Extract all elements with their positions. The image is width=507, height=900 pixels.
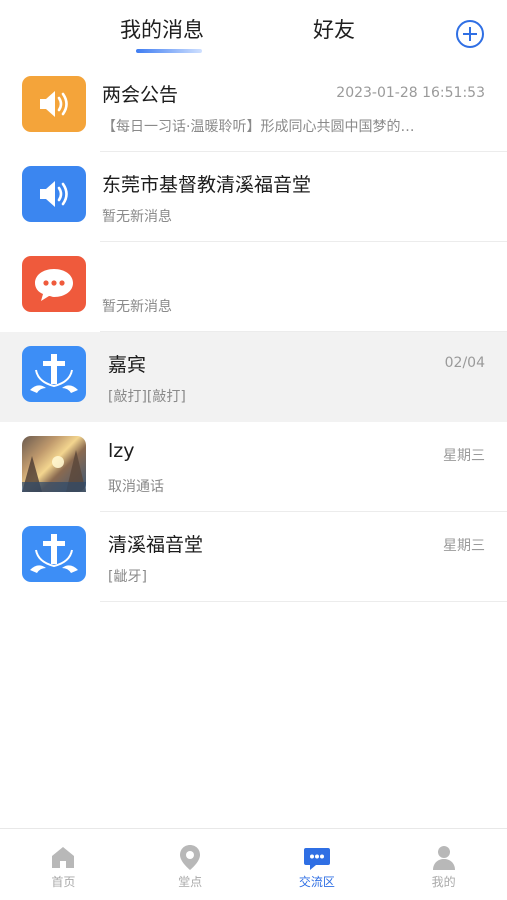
conversation-preview: 取消通话 (108, 479, 164, 495)
conversation-time: 02/04 (444, 355, 485, 371)
top-tab-bar: 我的消息 好友 (0, 0, 507, 62)
nav-label: 首页 (51, 875, 76, 889)
conversation-name: 嘉宾 (108, 354, 147, 376)
nav-home[interactable]: 首页 (0, 829, 127, 900)
chat-bubble-icon (22, 256, 86, 312)
speaker-icon (22, 76, 86, 132)
conversation-preview: [敲打][敲打] (108, 389, 186, 405)
conversation-row[interactable]: 两会公告 2023-01-28 16:51:53 【每日一习话·温暖聆听】形成同… (0, 62, 507, 152)
conversation-row[interactable]: lzy 星期三 取消通话 (0, 422, 507, 512)
cross-doves-icon (22, 346, 86, 402)
conversation-row[interactable]: 东莞市基督教清溪福音堂 暂无新消息 (0, 152, 507, 242)
nav-label: 堂点 (178, 875, 203, 889)
nav-label: 交流区 (298, 875, 335, 889)
conversation-row[interactable]: 暂无新消息 (0, 242, 507, 332)
conversation-time: 2023-01-28 16:51:53 (336, 85, 485, 101)
conversation-time: 星期三 (443, 538, 485, 554)
conversation-preview: [龇牙] (108, 569, 147, 585)
conversation-name: 清溪福音堂 (108, 534, 204, 556)
nav-chat[interactable]: 交流区 (254, 829, 381, 900)
conversation-preview: 暂无新消息 (102, 299, 172, 315)
conversation-preview: 暂无新消息 (102, 209, 172, 225)
active-tab-indicator (136, 49, 202, 53)
home-icon (52, 847, 75, 868)
chat-icon (303, 848, 330, 870)
conversation-time: 星期三 (443, 448, 485, 464)
speaker-icon (22, 166, 86, 222)
conversation-row[interactable]: 清溪福音堂 星期三 [龇牙] (0, 512, 507, 602)
conversation-row[interactable]: 嘉宾 02/04 [敲打][敲打] (0, 332, 507, 422)
tab-friends[interactable]: 好友 (313, 14, 355, 44)
photo-avatar (22, 436, 86, 492)
plus-circle-icon[interactable] (456, 20, 484, 48)
conversation-list: 两会公告 2023-01-28 16:51:53 【每日一习话·温暖聆听】形成同… (0, 62, 507, 602)
nav-locations[interactable]: 堂点 (127, 829, 254, 900)
user-icon (432, 846, 455, 870)
conversation-name: 东莞市基督教清溪福音堂 (102, 174, 312, 196)
conversation-name: 两会公告 (102, 84, 179, 106)
nav-profile[interactable]: 我的 (380, 829, 507, 900)
tab-my-messages[interactable]: 我的消息 (120, 14, 204, 44)
bottom-nav: 首页 堂点 交流区 我的 (0, 828, 507, 900)
location-pin-icon (180, 845, 201, 870)
divider (100, 601, 507, 602)
nav-label: 我的 (431, 875, 456, 889)
conversation-name: lzy (108, 440, 135, 462)
conversation-preview: 【每日一习话·温暖聆听】形成同心共圆中国梦的… (102, 119, 415, 135)
cross-doves-icon (22, 526, 86, 582)
